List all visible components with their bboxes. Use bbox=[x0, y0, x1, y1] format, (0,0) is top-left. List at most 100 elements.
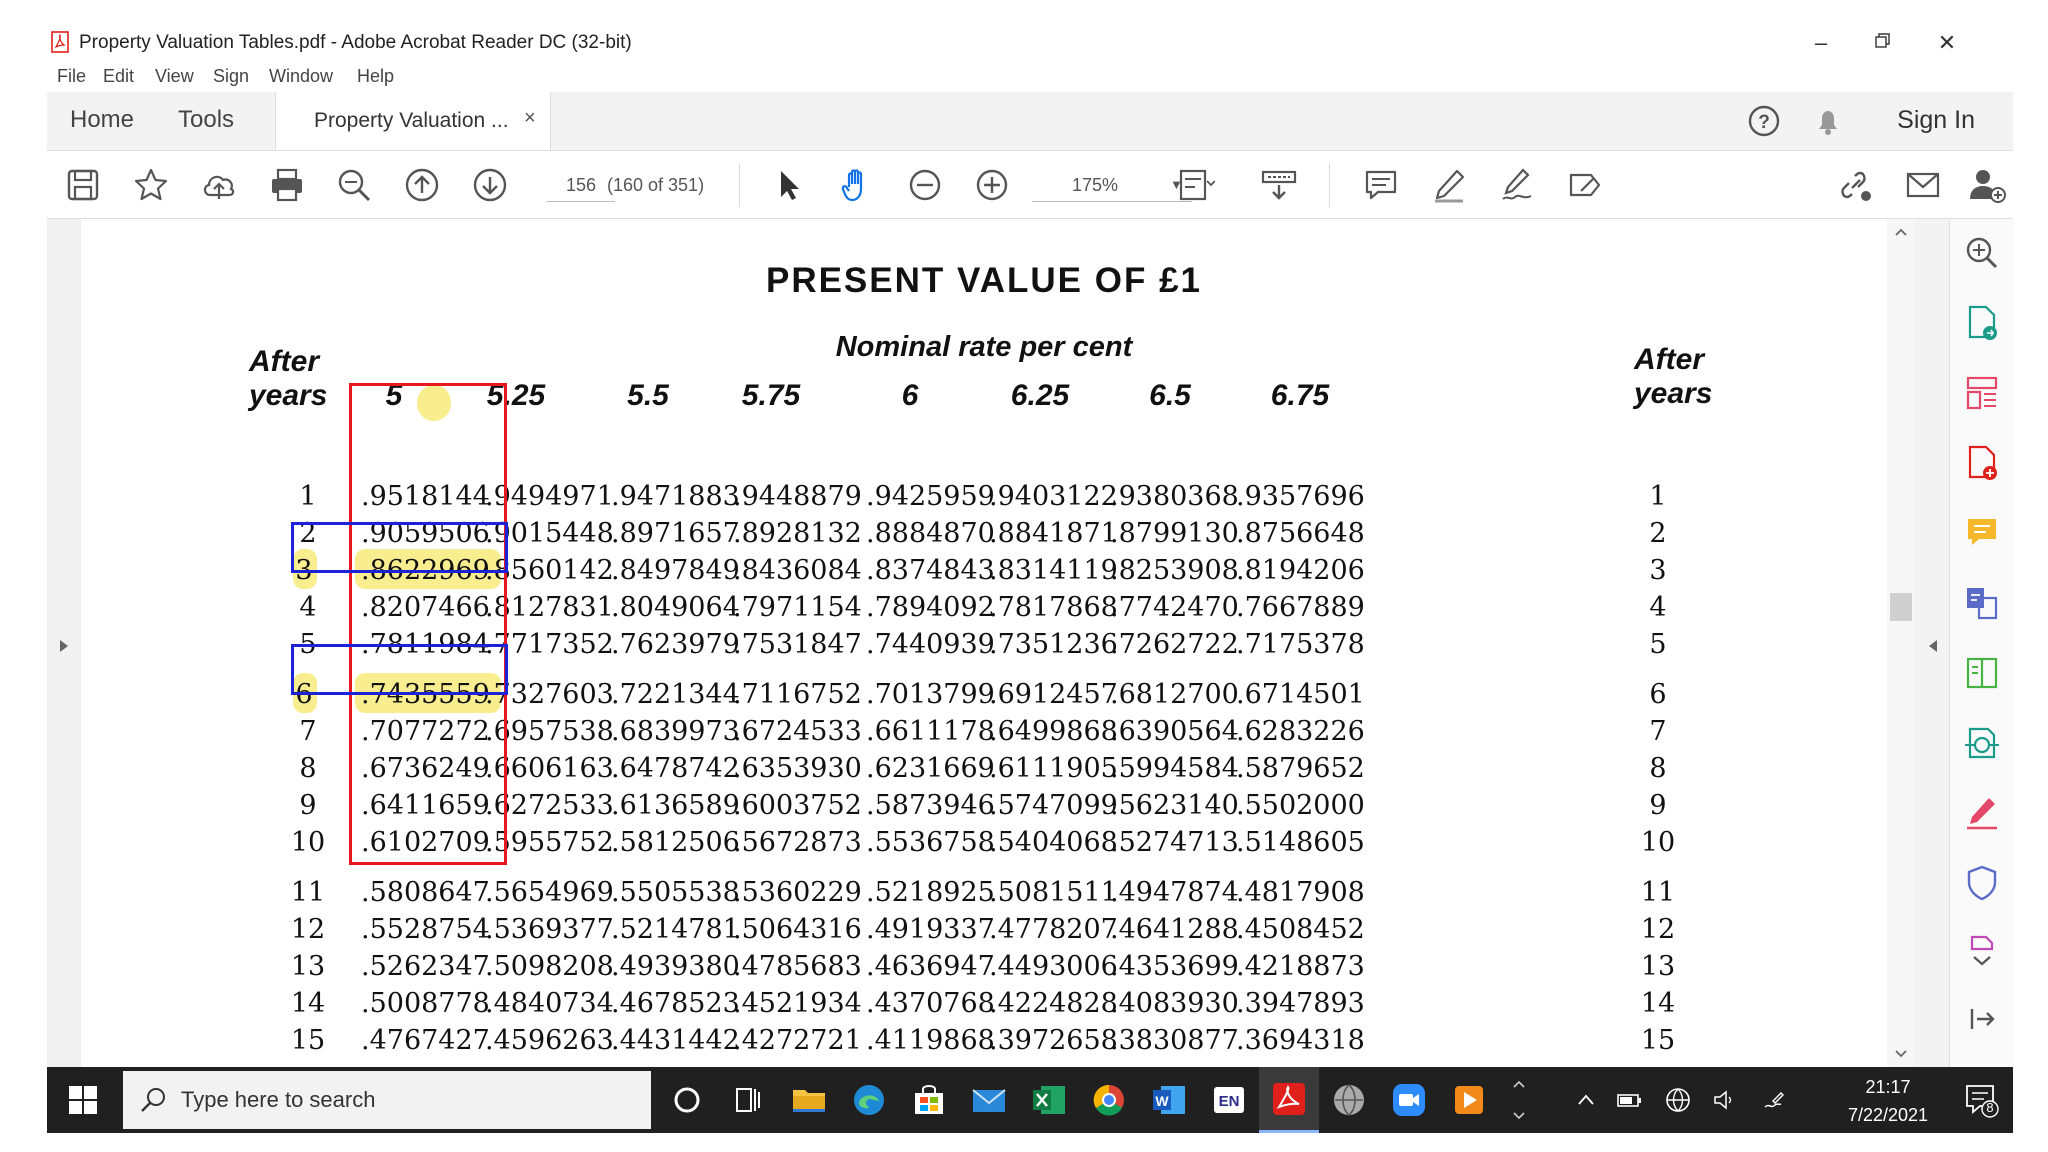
next-page-button[interactable] bbox=[470, 165, 510, 205]
taskbar-clock-date[interactable]: 7/22/2021 bbox=[1833, 1105, 1943, 1126]
edit-pdf-tool[interactable] bbox=[1962, 653, 2002, 693]
upload-cloud-button[interactable] bbox=[199, 165, 239, 205]
year-label-left: 4 bbox=[299, 592, 317, 623]
table-cell: .5369377 bbox=[485, 914, 614, 945]
print-button[interactable] bbox=[267, 165, 307, 205]
taskbar-search-box[interactable]: Type here to search bbox=[123, 1071, 651, 1129]
chrome-icon bbox=[1093, 1084, 1124, 1116]
menu-edit[interactable]: Edit bbox=[103, 66, 134, 87]
close-tab-icon[interactable]: × bbox=[524, 107, 536, 130]
protect-tool[interactable] bbox=[1962, 863, 2002, 903]
fill-and-sign-tool[interactable] bbox=[1962, 793, 2002, 833]
minimize-button[interactable]: – bbox=[1801, 28, 1841, 58]
comment-button[interactable] bbox=[1361, 165, 1401, 205]
taskbar-scroll-arrows-icon[interactable] bbox=[1511, 1077, 1527, 1123]
word-button[interactable]: W bbox=[1149, 1080, 1189, 1120]
hand-tool-button[interactable] bbox=[837, 165, 877, 205]
media-player-button[interactable] bbox=[1449, 1080, 1489, 1120]
table-cell: .6111905 bbox=[989, 753, 1118, 784]
show-hidden-icons-icon[interactable] bbox=[1575, 1089, 1597, 1111]
task-view-icon bbox=[736, 1088, 760, 1112]
document-page[interactable]: PRESENT VALUE OF £1 Nominal rate per cen… bbox=[81, 219, 1887, 1067]
fill-sign-button[interactable] bbox=[1497, 165, 1537, 205]
search-icon bbox=[141, 1088, 165, 1112]
restore-button[interactable] bbox=[1863, 28, 1903, 58]
scroll-down-icon[interactable] bbox=[1894, 1049, 1908, 1059]
menu-help[interactable]: Help bbox=[357, 66, 394, 87]
menu-window[interactable]: Window bbox=[269, 66, 333, 87]
organize-pages-tool[interactable] bbox=[1962, 373, 2002, 413]
save-button[interactable] bbox=[63, 165, 103, 205]
tab-home[interactable]: Home bbox=[70, 106, 134, 134]
create-pdf-icon bbox=[1968, 445, 1997, 480]
more-tools-button[interactable] bbox=[1565, 165, 1605, 205]
collapse-tools-pane[interactable] bbox=[1962, 999, 2002, 1039]
edge-browser-button[interactable] bbox=[849, 1080, 889, 1120]
pen-workspace-icon[interactable] bbox=[1759, 1087, 1787, 1113]
table-cell: .6912457 bbox=[989, 679, 1118, 710]
task-view-button[interactable] bbox=[727, 1080, 767, 1120]
close-window-button[interactable]: ✕ bbox=[1927, 28, 1967, 58]
mail-button[interactable] bbox=[969, 1080, 1009, 1120]
create-pdf-tool[interactable] bbox=[1962, 443, 2002, 483]
comment-tool[interactable] bbox=[1962, 513, 2002, 553]
chrome-button[interactable] bbox=[1089, 1080, 1129, 1120]
network-globe-icon[interactable] bbox=[1663, 1085, 1693, 1115]
search-document-tool[interactable] bbox=[1962, 233, 2002, 273]
table-cell: .7262722 bbox=[1110, 629, 1239, 660]
zoom-app-button[interactable] bbox=[1389, 1080, 1429, 1120]
bookmark-button[interactable] bbox=[131, 165, 171, 205]
help-icon[interactable]: ? bbox=[1747, 104, 1781, 138]
language-input-button[interactable]: EN bbox=[1209, 1080, 1249, 1120]
zoom-level-dropdown[interactable]: 175% ▼ bbox=[1032, 169, 1192, 202]
cortana-button[interactable] bbox=[667, 1080, 707, 1120]
previous-page-button[interactable] bbox=[402, 165, 442, 205]
combine-files-tool[interactable] bbox=[1962, 583, 2002, 623]
share-link-button[interactable] bbox=[1835, 165, 1875, 205]
find-button[interactable] bbox=[334, 165, 374, 205]
send-for-review-tool[interactable] bbox=[1962, 723, 2002, 763]
menu-file[interactable]: File bbox=[57, 66, 86, 87]
speaker-icon[interactable] bbox=[1711, 1087, 1739, 1113]
zoom-level-value: 175% bbox=[1072, 175, 1119, 195]
organize-pages-icon bbox=[1966, 376, 1998, 410]
export-pdf-tool[interactable] bbox=[1962, 303, 2002, 343]
notification-center-button[interactable]: 8 bbox=[1963, 1081, 1999, 1119]
tab-tools[interactable]: Tools bbox=[178, 106, 234, 134]
table-cell: .5148605 bbox=[1236, 827, 1365, 858]
menu-view[interactable]: View bbox=[155, 66, 194, 87]
taskbar-clock-time[interactable]: 21:17 bbox=[1833, 1077, 1943, 1098]
excel-button[interactable] bbox=[1029, 1080, 1069, 1120]
vertical-scrollbar[interactable] bbox=[1887, 219, 1915, 1067]
tab-document[interactable]: Property Valuation ... × bbox=[275, 92, 551, 150]
page-fit-button[interactable] bbox=[1175, 165, 1216, 205]
scroll-mode-button[interactable] bbox=[1259, 165, 1299, 205]
year-label-right: 7 bbox=[1649, 716, 1667, 747]
year-label-right: 8 bbox=[1649, 753, 1667, 784]
zoom-in-button[interactable] bbox=[972, 165, 1012, 205]
page-number-input[interactable]: 156 bbox=[547, 169, 615, 202]
file-explorer-button[interactable] bbox=[789, 1080, 829, 1120]
right-pane-toggle[interactable] bbox=[1915, 219, 1949, 1067]
more-tools-pane-item[interactable] bbox=[1962, 933, 2002, 973]
window-title: Property Valuation Tables.pdf - Adobe Ac… bbox=[79, 32, 632, 53]
battery-icon[interactable] bbox=[1615, 1087, 1643, 1113]
sign-in-button[interactable]: Sign In bbox=[1897, 106, 1975, 135]
app-globe-button[interactable] bbox=[1329, 1080, 1369, 1120]
menu-sign[interactable]: Sign bbox=[213, 66, 249, 87]
scrollbar-thumb[interactable] bbox=[1890, 593, 1912, 621]
bell-icon[interactable] bbox=[1811, 104, 1845, 138]
email-button[interactable] bbox=[1903, 165, 1943, 205]
scroll-up-icon[interactable] bbox=[1894, 227, 1908, 237]
highlight-button[interactable] bbox=[1429, 165, 1469, 205]
acrobat-taskbar-button[interactable] bbox=[1259, 1067, 1319, 1133]
zoom-out-button[interactable] bbox=[905, 165, 945, 205]
windows-start-icon[interactable] bbox=[67, 1084, 99, 1116]
sign-pen-icon bbox=[1967, 798, 1997, 830]
left-panel-toggle[interactable] bbox=[47, 219, 81, 1067]
add-user-button[interactable] bbox=[1967, 165, 2007, 205]
rate-header: 5.5 bbox=[627, 379, 669, 412]
table-cell: .4083930 bbox=[1110, 988, 1239, 1019]
microsoft-store-button[interactable] bbox=[909, 1080, 949, 1120]
select-tool-button[interactable] bbox=[769, 165, 809, 205]
